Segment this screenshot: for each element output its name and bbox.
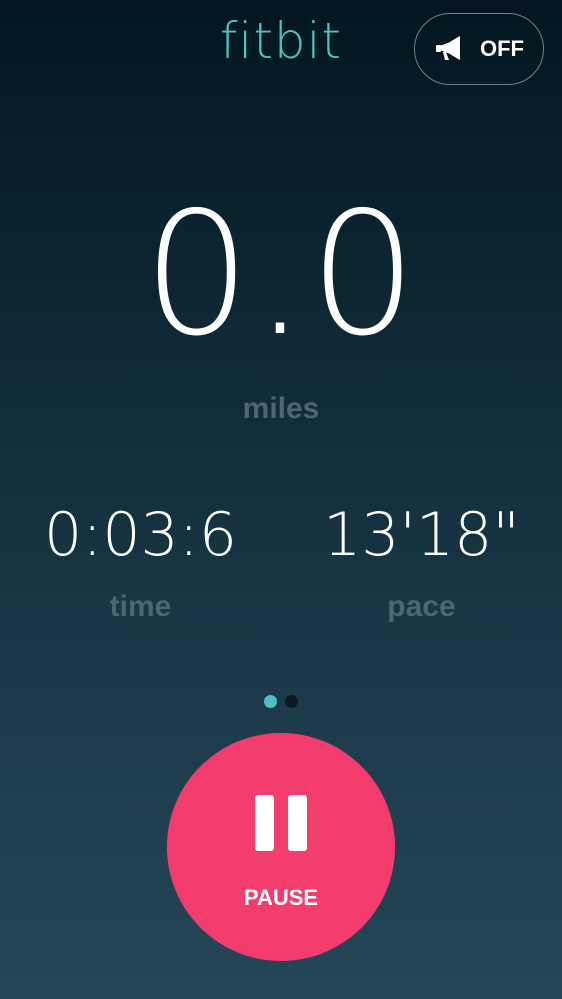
page-dot-2[interactable] [285,695,298,708]
pause-bar-left [255,795,274,851]
megaphone-icon [436,36,460,60]
pace-value: 13'18" [323,500,520,570]
pause-label: PAUSE [243,885,319,910]
time-label: time [109,590,172,623]
pause-icon [255,795,307,851]
voice-cue-toggle-button[interactable]: OFF [414,13,544,85]
page-dot-1[interactable] [264,695,277,708]
page-indicator [264,695,298,708]
voice-cue-label: OFF [480,36,524,61]
pause-bar-right [288,795,307,851]
pace-label: pace [387,590,456,623]
time-value: 0:03:6 [43,500,238,570]
distance-value: 0.0 [142,176,420,374]
pause-button[interactable]: PAUSE [167,733,395,961]
distance-unit-label: miles [242,392,320,425]
